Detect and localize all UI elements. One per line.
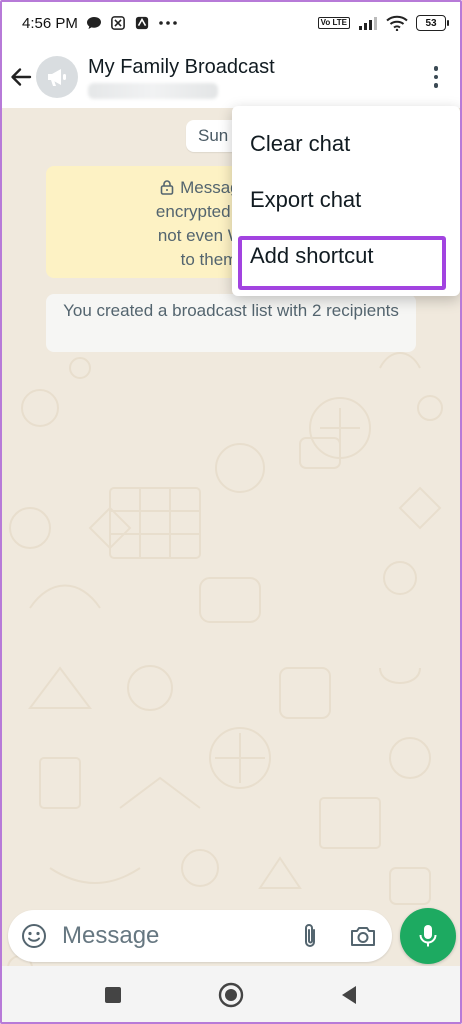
menu-dot xyxy=(433,66,439,71)
volte-icon: Vo LTE xyxy=(317,17,350,29)
back-button[interactable] xyxy=(2,57,40,97)
attach-button[interactable] xyxy=(294,920,326,952)
chat-title: My Family Broadcast xyxy=(88,56,275,78)
system-nav-bar xyxy=(0,966,462,1024)
triangle-back-icon xyxy=(342,986,356,1004)
back-arrow-icon xyxy=(11,68,32,86)
chat-header: My Family Broadcast xyxy=(0,46,462,108)
chat-bubble-icon xyxy=(86,17,101,29)
recipients-subtitle-blurred xyxy=(88,83,218,99)
status-bar: 4:56 PM Vo LTE 53 xyxy=(0,0,462,46)
emoji-icon xyxy=(22,924,46,948)
home-button[interactable] xyxy=(216,980,246,1010)
camera-icon xyxy=(351,927,375,946)
system-message: You created a broadcast list with 2 reci… xyxy=(46,294,416,352)
voice-message-button[interactable] xyxy=(400,908,456,964)
microphone-icon xyxy=(419,925,437,947)
avatar[interactable] xyxy=(36,56,78,98)
home-circle-icon xyxy=(218,982,244,1008)
status-time: 4:56 PM xyxy=(22,14,78,32)
square-icon xyxy=(105,987,121,1003)
chat-title-block[interactable]: My Family Broadcast xyxy=(88,55,275,99)
emoji-button[interactable] xyxy=(16,918,52,954)
more-dots-icon xyxy=(159,21,177,25)
lock-icon xyxy=(160,180,174,195)
menu-dot xyxy=(433,74,439,80)
menu-dot xyxy=(433,83,439,88)
overflow-menu-button[interactable] xyxy=(424,62,448,92)
recents-button[interactable] xyxy=(98,980,128,1010)
overflow-menu: Clear chat Export chat Add shortcut xyxy=(232,106,460,296)
cross-app-icon xyxy=(110,16,125,30)
battery-icon: 53 xyxy=(416,15,449,31)
arrow-app-icon xyxy=(135,16,148,30)
message-composer xyxy=(8,910,392,962)
back-nav-button[interactable] xyxy=(334,980,364,1010)
megaphone-icon xyxy=(48,69,66,86)
message-input[interactable] xyxy=(62,922,282,950)
camera-button[interactable] xyxy=(346,920,380,952)
system-icons: Vo LTE 53 xyxy=(317,15,449,31)
menu-item-add-shortcut[interactable]: Add shortcut xyxy=(232,228,460,284)
notification-icons xyxy=(86,16,178,30)
wifi-icon xyxy=(386,15,408,31)
menu-item-clear-chat[interactable]: Clear chat xyxy=(232,116,460,172)
paperclip-icon xyxy=(305,924,315,947)
menu-item-export-chat[interactable]: Export chat xyxy=(232,172,460,228)
signal-icon xyxy=(359,17,377,30)
